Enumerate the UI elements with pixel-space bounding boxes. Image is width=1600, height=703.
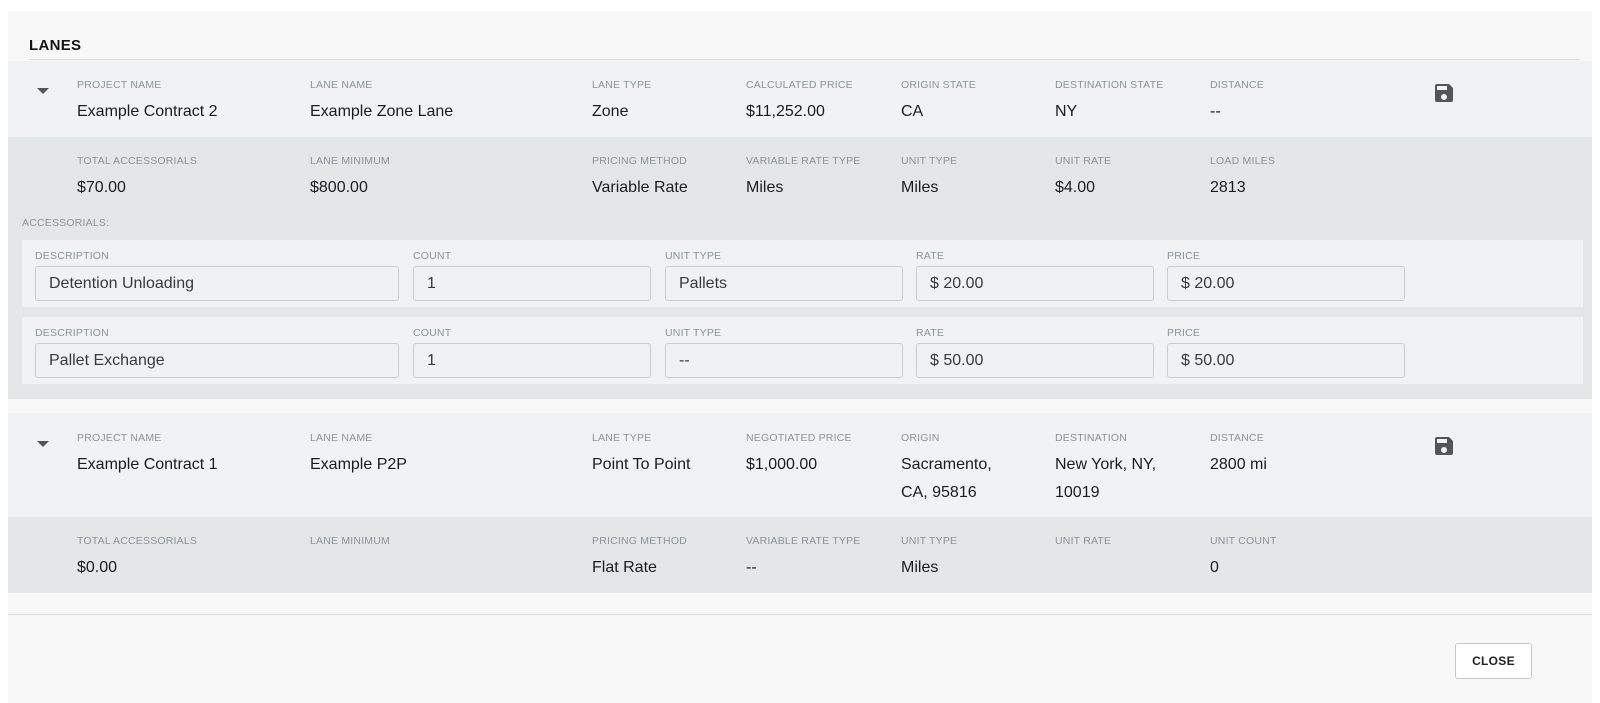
variable-rate-type-field: VARIABLE RATE TYPE --: [746, 535, 861, 576]
count-field: COUNT 1: [413, 250, 651, 301]
project-name-field: PROJECT NAME Example Contract 2: [77, 79, 218, 120]
rate-field: RATE $ 20.00: [916, 250, 1154, 301]
accessorial-row: DESCRIPTION Detention Unloading COUNT 1 …: [22, 240, 1583, 307]
rate-input[interactable]: $ 20.00: [916, 266, 1154, 301]
save-icon[interactable]: [1432, 81, 1456, 105]
lane-2-detail: TOTAL ACCESSORIALS $0.00 LANE MINIMUM PR…: [8, 517, 1592, 593]
count-input[interactable]: 1: [413, 343, 651, 378]
unit-type-field: UNIT TYPE --: [665, 327, 903, 378]
project-name-field: PROJECT NAME Example Contract 1: [77, 432, 218, 473]
lane-type-field: LANE TYPE Zone: [592, 79, 652, 120]
collapse-toggle-icon[interactable]: [36, 84, 50, 98]
section-title: LANES: [29, 37, 82, 54]
load-miles-field: LOAD MILES 2813: [1210, 155, 1276, 196]
origin-field: ORIGIN Sacramento, CA, 95816: [901, 432, 992, 501]
close-button[interactable]: CLOSE: [1455, 643, 1532, 679]
total-accessorials-field: TOTAL ACCESSORIALS $0.00: [77, 535, 198, 576]
distance-field: DISTANCE --: [1210, 79, 1264, 120]
description-input[interactable]: Detention Unloading: [35, 266, 399, 301]
lane-minimum-field: LANE MINIMUM $800.00: [310, 155, 390, 196]
destination-state-field: DESTINATION STATE NY: [1055, 79, 1164, 120]
price-input[interactable]: $ 50.00: [1167, 343, 1405, 378]
accessorial-row: DESCRIPTION Pallet Exchange COUNT 1 UNIT…: [22, 317, 1583, 384]
count-input[interactable]: 1: [413, 266, 651, 301]
calculated-price-field: CALCULATED PRICE $11,252.00: [746, 79, 853, 120]
save-icon[interactable]: [1432, 434, 1456, 458]
unit-type-input[interactable]: Pallets: [665, 266, 903, 301]
unit-type-field: UNIT TYPE Pallets: [665, 250, 903, 301]
unit-count-field: UNIT COUNT 0: [1210, 535, 1277, 576]
distance-field: DISTANCE 2800 mi: [1210, 432, 1267, 473]
rate-field: RATE $ 50.00: [916, 327, 1154, 378]
pricing-method-field: PRICING METHOD Flat Rate: [592, 535, 687, 576]
footer-divider: [8, 614, 1592, 615]
lane-name-field: LANE NAME Example Zone Lane: [310, 79, 454, 120]
variable-rate-type-field: VARIABLE RATE TYPE Miles: [746, 155, 861, 196]
lane-1-header[interactable]: PROJECT NAME Example Contract 2 LANE NAM…: [8, 61, 1592, 137]
description-field: DESCRIPTION Pallet Exchange: [35, 327, 399, 378]
unit-type-field: UNIT TYPE Miles: [901, 155, 958, 196]
price-field: PRICE $ 50.00: [1167, 327, 1405, 378]
description-field: DESCRIPTION Detention Unloading: [35, 250, 399, 301]
total-accessorials-field: TOTAL ACCESSORIALS $70.00: [77, 155, 198, 196]
price-field: PRICE $ 20.00: [1167, 250, 1405, 301]
unit-type-field: UNIT TYPE Miles: [901, 535, 958, 576]
accessorials-heading: ACCESSORIALS:: [22, 217, 110, 229]
negotiated-price-field: NEGOTIATED PRICE $1,000.00: [746, 432, 852, 473]
collapse-toggle-icon[interactable]: [36, 437, 50, 451]
lane-1-detail: TOTAL ACCESSORIALS $70.00 LANE MINIMUM $…: [8, 137, 1592, 399]
description-input[interactable]: Pallet Exchange: [35, 343, 399, 378]
lanes-panel: LANES PROJECT NAME Example Contract 2 LA…: [8, 11, 1592, 703]
rate-input[interactable]: $ 50.00: [916, 343, 1154, 378]
count-field: COUNT 1: [413, 327, 651, 378]
unit-type-input[interactable]: --: [665, 343, 903, 378]
lane-name-field: LANE NAME Example P2P: [310, 432, 407, 473]
unit-rate-field: UNIT RATE $4.00: [1055, 155, 1112, 196]
destination-field: DESTINATION New York, NY, 10019: [1055, 432, 1157, 501]
unit-rate-field: UNIT RATE: [1055, 535, 1112, 547]
lane-minimum-field: LANE MINIMUM: [310, 535, 390, 547]
lane-2-header[interactable]: PROJECT NAME Example Contract 1 LANE NAM…: [8, 413, 1592, 517]
title-divider: [29, 59, 1580, 60]
origin-state-field: ORIGIN STATE CA: [901, 79, 976, 120]
lane-type-field: LANE TYPE Point To Point: [592, 432, 691, 473]
price-input[interactable]: $ 20.00: [1167, 266, 1405, 301]
pricing-method-field: PRICING METHOD Variable Rate: [592, 155, 688, 196]
